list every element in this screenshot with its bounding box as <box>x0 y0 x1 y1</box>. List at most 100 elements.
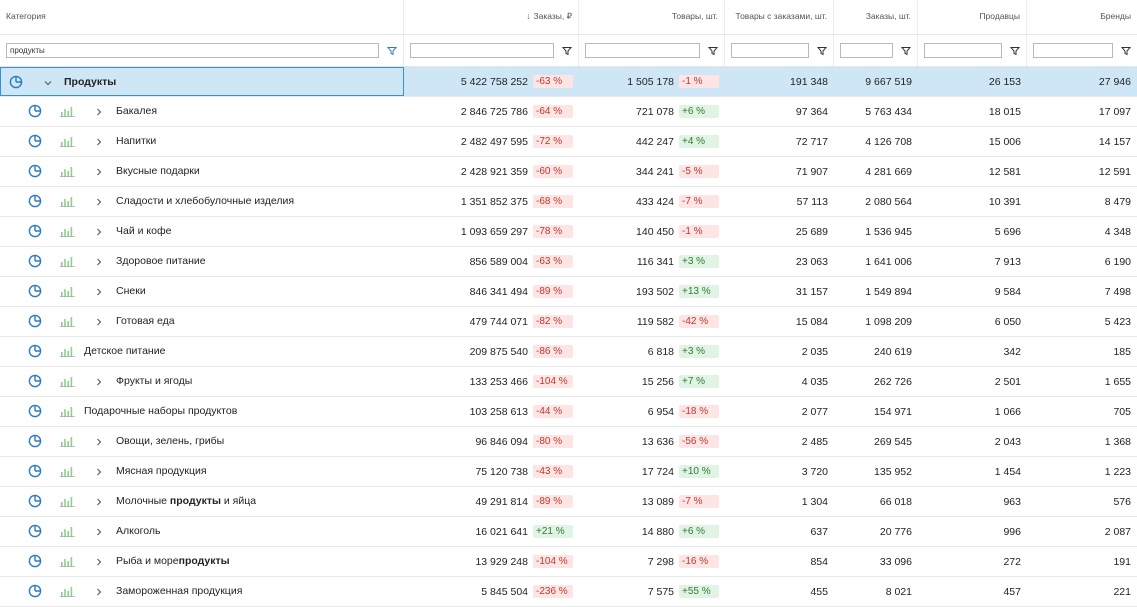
category-cell[interactable]: Замороженная продукция <box>0 577 404 606</box>
chevron-right-icon[interactable] <box>95 557 103 566</box>
goods-filter-input[interactable] <box>585 43 700 58</box>
brands-filter-input[interactable] <box>1033 43 1113 58</box>
col-header-sellers[interactable]: Продавцы <box>918 0 1027 34</box>
pie-chart-icon[interactable] <box>28 284 42 298</box>
chevron-right-icon[interactable] <box>95 377 103 386</box>
category-cell[interactable]: Рыба и морепродукты <box>0 547 404 576</box>
bar-chart-icon[interactable] <box>60 586 75 597</box>
chevron-right-icon[interactable] <box>95 527 103 536</box>
table-row[interactable]: Снеки 846 341 494 -89 % 193 502 +13 % 31 157 1… <box>0 277 1137 307</box>
filter-funnel-icon[interactable] <box>1010 46 1020 56</box>
filter-funnel-icon[interactable] <box>901 46 911 56</box>
category-name[interactable]: Замороженная продукция <box>116 585 242 597</box>
category-name[interactable]: Рыба и морепродукты <box>116 555 230 567</box>
pie-chart-icon[interactable] <box>9 75 23 89</box>
category-cell[interactable]: Молочные продукты и яйца <box>0 487 404 516</box>
category-name[interactable]: Чай и кофе <box>116 225 171 237</box>
category-cell[interactable]: Фрукты и ягоды <box>0 367 404 396</box>
table-row[interactable]: Чай и кофе 1 093 659 297 -78 % 140 450 -1 % 2… <box>0 217 1137 247</box>
bar-chart-icon[interactable] <box>60 286 75 297</box>
category-name[interactable]: Здоровое питание <box>116 255 206 267</box>
filter-funnel-icon[interactable] <box>708 46 718 56</box>
chevron-right-icon[interactable] <box>95 437 103 446</box>
bar-chart-icon[interactable] <box>60 316 75 327</box>
category-cell[interactable]: Снеки <box>0 277 404 306</box>
table-row[interactable]: Мясная продукция 75 120 738 -43 % 17 724 +10… <box>0 457 1137 487</box>
category-cell[interactable]: Подарочные наборы продуктов <box>0 397 404 426</box>
chevron-right-icon[interactable] <box>95 467 103 476</box>
col-header-orders-qty[interactable]: Заказы, шт. <box>834 0 918 34</box>
filter-funnel-icon[interactable] <box>1121 46 1131 56</box>
pie-chart-icon[interactable] <box>28 464 42 478</box>
table-row[interactable]: Бакалея 2 846 725 786 -64 % 721 078 +6 % 97 3… <box>0 97 1137 127</box>
category-name[interactable]: Овощи, зелень, грибы <box>116 435 224 447</box>
table-row[interactable]: Детское питание 209 875 540 -86 % 6 818 +3 %… <box>0 337 1137 367</box>
pie-chart-icon[interactable] <box>28 494 42 508</box>
table-row[interactable]: Алкоголь 16 021 641 +21 % 14 880 +6 % 637 20 7… <box>0 517 1137 547</box>
category-cell[interactable]: Здоровое питание <box>0 247 404 276</box>
category-name[interactable]: Мясная продукция <box>116 465 207 477</box>
category-name[interactable]: Вкусные подарки <box>116 165 200 177</box>
category-cell[interactable]: Продукты <box>0 67 404 96</box>
pie-chart-icon[interactable] <box>28 374 42 388</box>
chevron-right-icon[interactable] <box>95 287 103 296</box>
category-name[interactable]: Продукты <box>64 76 116 88</box>
bar-chart-icon[interactable] <box>60 226 75 237</box>
orders-qty-filter-input[interactable] <box>840 43 893 58</box>
category-name[interactable]: Молочные продукты и яйца <box>116 495 256 507</box>
pie-chart-icon[interactable] <box>28 344 42 358</box>
bar-chart-icon[interactable] <box>60 196 75 207</box>
table-row[interactable]: Рыба и морепродукты 13 929 248 -104 % 7 298… <box>0 547 1137 577</box>
orders-rub-filter-input[interactable] <box>410 43 554 58</box>
bar-chart-icon[interactable] <box>60 406 75 417</box>
filter-funnel-icon[interactable] <box>817 46 827 56</box>
table-row[interactable]: Овощи, зелень, грибы 96 846 094 -80 % 13 63… <box>0 427 1137 457</box>
bar-chart-icon[interactable] <box>60 136 75 147</box>
col-header-goods[interactable]: Товары, шт. <box>579 0 725 34</box>
bar-chart-icon[interactable] <box>60 556 75 567</box>
col-header-orders-rub[interactable]: ↓ Заказы, ₽ <box>404 0 579 34</box>
bar-chart-icon[interactable] <box>60 526 75 537</box>
pie-chart-icon[interactable] <box>28 434 42 448</box>
category-name[interactable]: Детское питание <box>84 345 165 357</box>
table-row[interactable]: Сладости и хлебобулочные изделия 1 351 85… <box>0 187 1137 217</box>
category-cell[interactable]: Напитки <box>0 127 404 156</box>
category-cell[interactable]: Бакалея <box>0 97 404 126</box>
chevron-right-icon[interactable] <box>95 227 103 236</box>
table-row[interactable]: Готовая еда 479 744 071 -82 % 119 582 -42 % 1… <box>0 307 1137 337</box>
category-cell[interactable]: Готовая еда <box>0 307 404 336</box>
col-header-category[interactable]: Категория <box>0 0 404 34</box>
category-name[interactable]: Сладости и хлебобулочные изделия <box>116 195 294 207</box>
chevron-right-icon[interactable] <box>95 257 103 266</box>
pie-chart-icon[interactable] <box>28 194 42 208</box>
pie-chart-icon[interactable] <box>28 254 42 268</box>
table-row[interactable]: Здоровое питание 856 589 004 -63 % 116 341 +… <box>0 247 1137 277</box>
category-name[interactable]: Напитки <box>116 135 156 147</box>
table-row[interactable]: Продукты 5 422 758 252 -63 % 1 505 178 -1 % 1… <box>0 67 1137 97</box>
pie-chart-icon[interactable] <box>28 314 42 328</box>
category-cell[interactable]: Детское питание <box>0 337 404 366</box>
pie-chart-icon[interactable] <box>28 404 42 418</box>
filter-funnel-icon[interactable] <box>387 46 397 56</box>
chevron-down-icon[interactable] <box>44 78 52 86</box>
pie-chart-icon[interactable] <box>28 554 42 568</box>
category-cell[interactable]: Алкоголь <box>0 517 404 546</box>
category-cell[interactable]: Мясная продукция <box>0 457 404 486</box>
sellers-filter-input[interactable] <box>924 43 1002 58</box>
category-cell[interactable]: Чай и кофе <box>0 217 404 246</box>
table-row[interactable]: Подарочные наборы продуктов 103 258 613 -4… <box>0 397 1137 427</box>
chevron-right-icon[interactable] <box>95 497 103 506</box>
bar-chart-icon[interactable] <box>60 436 75 447</box>
bar-chart-icon[interactable] <box>60 346 75 357</box>
pie-chart-icon[interactable] <box>28 134 42 148</box>
category-cell[interactable]: Сладости и хлебобулочные изделия <box>0 187 404 216</box>
pie-chart-icon[interactable] <box>28 224 42 238</box>
bar-chart-icon[interactable] <box>60 466 75 477</box>
chevron-right-icon[interactable] <box>95 167 103 176</box>
bar-chart-icon[interactable] <box>60 256 75 267</box>
bar-chart-icon[interactable] <box>60 166 75 177</box>
pie-chart-icon[interactable] <box>28 584 42 598</box>
bar-chart-icon[interactable] <box>60 496 75 507</box>
table-row[interactable]: Фрукты и ягоды 133 253 466 -104 % 15 256 +7 … <box>0 367 1137 397</box>
table-row[interactable]: Вкусные подарки 2 428 921 359 -60 % 344 241… <box>0 157 1137 187</box>
